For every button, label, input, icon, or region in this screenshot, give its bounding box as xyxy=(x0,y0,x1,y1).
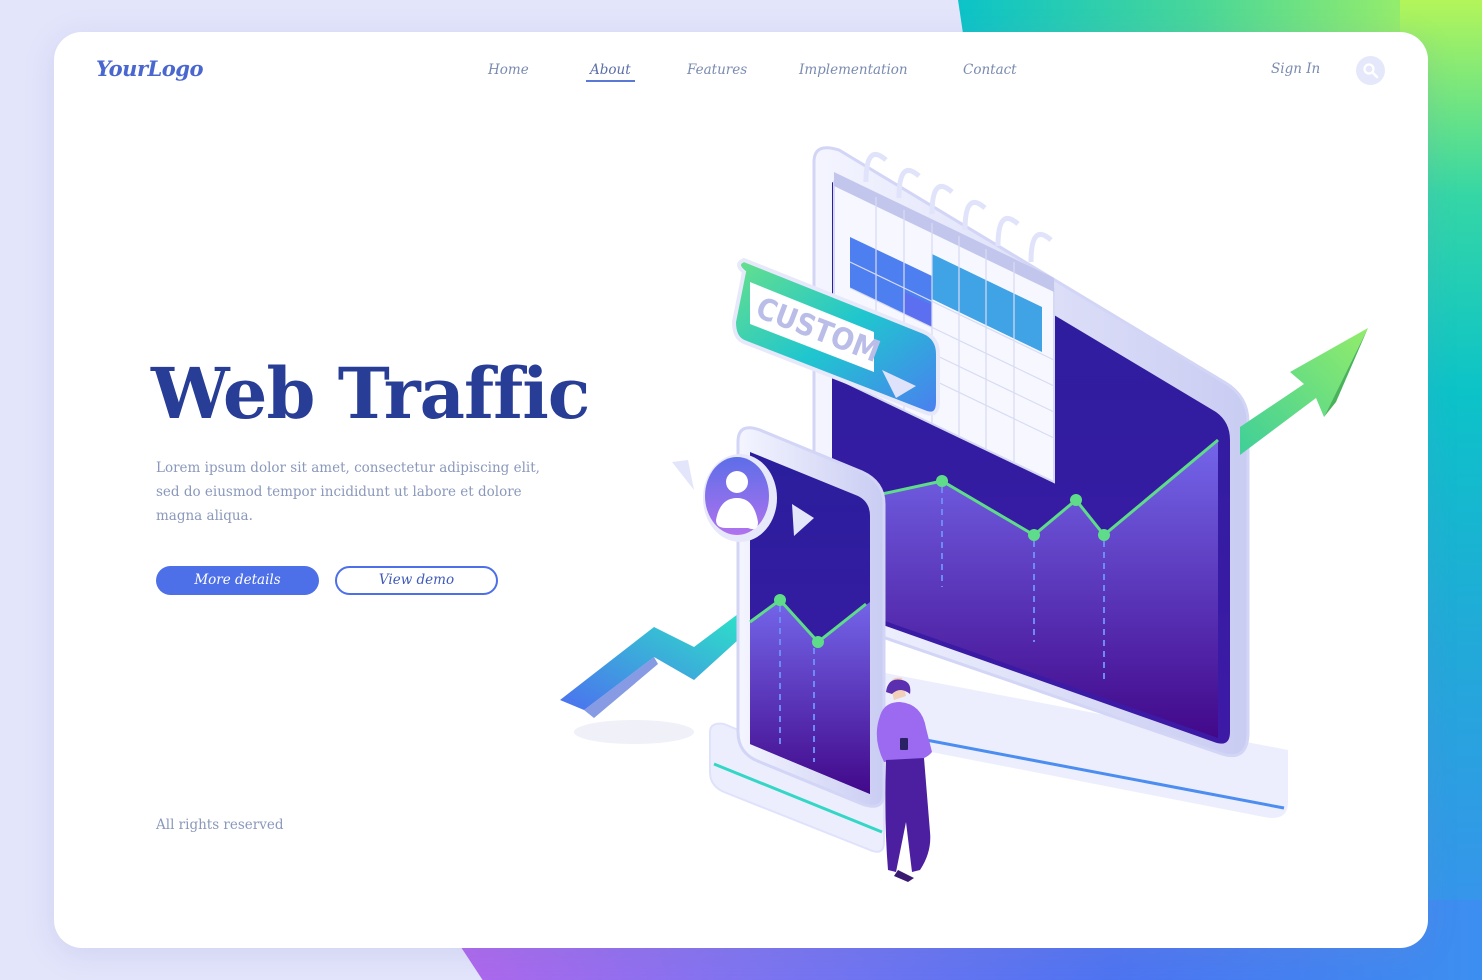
web-traffic-illustration: CUSTOM xyxy=(560,146,1368,882)
zigzag-trend-arrow xyxy=(560,614,738,744)
user-avatar-icon xyxy=(703,454,777,542)
landing-card: YourLogo Home About Features Implementat… xyxy=(54,32,1428,948)
smartphone xyxy=(672,426,886,808)
up-arrow-icon xyxy=(1240,328,1368,455)
